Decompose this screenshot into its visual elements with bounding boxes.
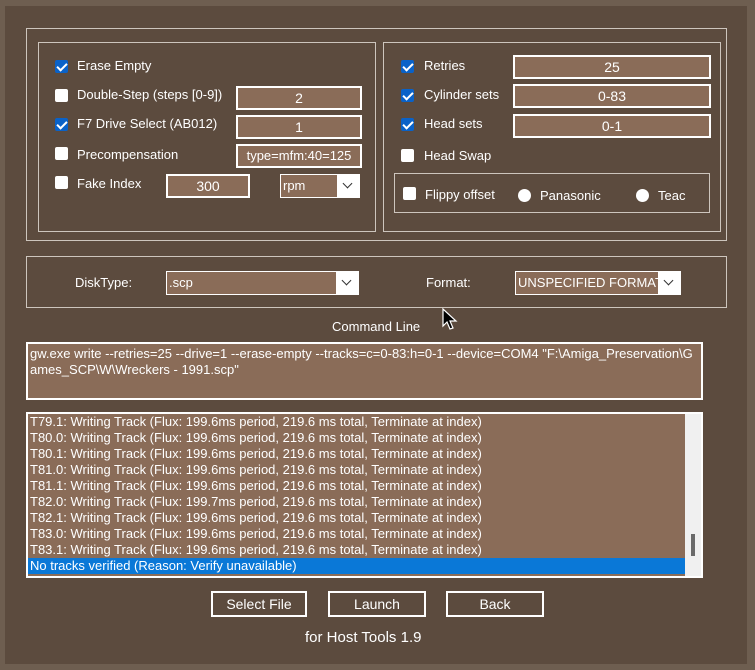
- fake-index-unit-select[interactable]: rpm: [280, 174, 360, 198]
- fake-index-label: Fake Index: [77, 176, 142, 191]
- format-value: UNSPECIFIED FORMAT: [518, 275, 663, 290]
- log-row[interactable]: T79.1: Writing Track (Flux: 199.6ms peri…: [28, 414, 687, 430]
- disktype-label: DiskType:: [75, 275, 133, 290]
- format-select[interactable]: UNSPECIFIED FORMAT: [515, 271, 681, 295]
- double-step-input[interactable]: 2: [236, 86, 362, 110]
- log-list[interactable]: T79.1: Writing Track (Flux: 199.6ms peri…: [26, 412, 703, 578]
- log-rows: T79.1: Writing Track (Flux: 199.6ms peri…: [28, 414, 701, 574]
- back-button[interactable]: Back: [446, 591, 544, 617]
- command-line-text[interactable]: gw.exe write --retries=25 --drive=1 --er…: [26, 342, 703, 400]
- launch-button[interactable]: Launch: [328, 591, 426, 617]
- disktype-select[interactable]: .scp: [166, 271, 359, 295]
- f7-drive-select-checkbox[interactable]: [55, 118, 68, 131]
- footer-version: for Host Tools 1.9: [305, 629, 422, 646]
- main-window: Erase Empty Double-Step (steps [0-9]) 2 …: [5, 6, 747, 664]
- log-row[interactable]: T83.0: Writing Track (Flux: 199.6ms peri…: [28, 526, 687, 542]
- cylinder-sets-input[interactable]: 0-83: [513, 84, 711, 108]
- cylinder-sets-checkbox[interactable]: [401, 89, 414, 102]
- double-step-checkbox[interactable]: [55, 89, 68, 102]
- f7-drive-select-input[interactable]: 1: [236, 115, 362, 139]
- erase-empty-label: Erase Empty: [77, 58, 152, 73]
- f7-drive-select-label: F7 Drive Select (AB012): [77, 116, 218, 131]
- chevron-down-icon[interactable]: [337, 175, 359, 197]
- fake-index-unit-value: rpm: [283, 178, 306, 193]
- log-row-selected[interactable]: No tracks verified (Reason: Verify unava…: [28, 558, 687, 574]
- log-row[interactable]: T81.0: Writing Track (Flux: 199.6ms peri…: [28, 462, 687, 478]
- head-sets-input[interactable]: 0-1: [513, 114, 711, 138]
- log-row[interactable]: T80.0: Writing Track (Flux: 199.6ms peri…: [28, 430, 687, 446]
- precompensation-checkbox[interactable]: [55, 147, 68, 160]
- panasonic-radio[interactable]: [518, 189, 531, 202]
- head-sets-label: Head sets: [424, 116, 483, 131]
- flippy-offset-checkbox[interactable]: [403, 187, 416, 200]
- precompensation-label: Precompensation: [77, 147, 179, 162]
- precompensation-input[interactable]: type=mfm:40=125: [236, 144, 362, 168]
- head-swap-label: Head Swap: [424, 148, 492, 163]
- double-step-label: Double-Step (steps [0-9]): [77, 87, 223, 102]
- log-row[interactable]: T81.1: Writing Track (Flux: 199.6ms peri…: [28, 478, 687, 494]
- chevron-down-icon[interactable]: [336, 272, 358, 294]
- head-sets-checkbox[interactable]: [401, 118, 414, 131]
- log-row[interactable]: T82.1: Writing Track (Flux: 199.6ms peri…: [28, 510, 687, 526]
- panasonic-label: Panasonic: [540, 188, 601, 203]
- format-label: Format:: [426, 275, 471, 290]
- teac-radio[interactable]: [636, 189, 649, 202]
- log-row[interactable]: T82.0: Writing Track (Flux: 199.7ms peri…: [28, 494, 687, 510]
- log-scrollbar[interactable]: [685, 414, 701, 576]
- log-row[interactable]: T83.1: Writing Track (Flux: 199.6ms peri…: [28, 542, 687, 558]
- select-file-button[interactable]: Select File: [211, 591, 307, 617]
- retries-label: Retries: [424, 58, 466, 73]
- retries-checkbox[interactable]: [401, 60, 414, 73]
- teac-label: Teac: [658, 188, 686, 203]
- cylinder-sets-label: Cylinder sets: [424, 87, 500, 102]
- head-swap-checkbox[interactable]: [401, 149, 414, 162]
- erase-empty-checkbox[interactable]: [55, 60, 68, 73]
- log-row[interactable]: T80.1: Writing Track (Flux: 199.6ms peri…: [28, 446, 687, 462]
- retries-input[interactable]: 25: [513, 55, 711, 79]
- mouse-cursor-icon: [442, 308, 458, 330]
- fake-index-input[interactable]: 300: [166, 174, 250, 198]
- chevron-down-icon[interactable]: [658, 272, 680, 294]
- disktype-value: .scp: [169, 275, 193, 290]
- command-line-label: Command Line: [332, 319, 421, 334]
- fake-index-checkbox[interactable]: [55, 176, 68, 189]
- flippy-offset-label: Flippy offset: [425, 187, 495, 202]
- scrollbar-thumb[interactable]: [691, 534, 695, 556]
